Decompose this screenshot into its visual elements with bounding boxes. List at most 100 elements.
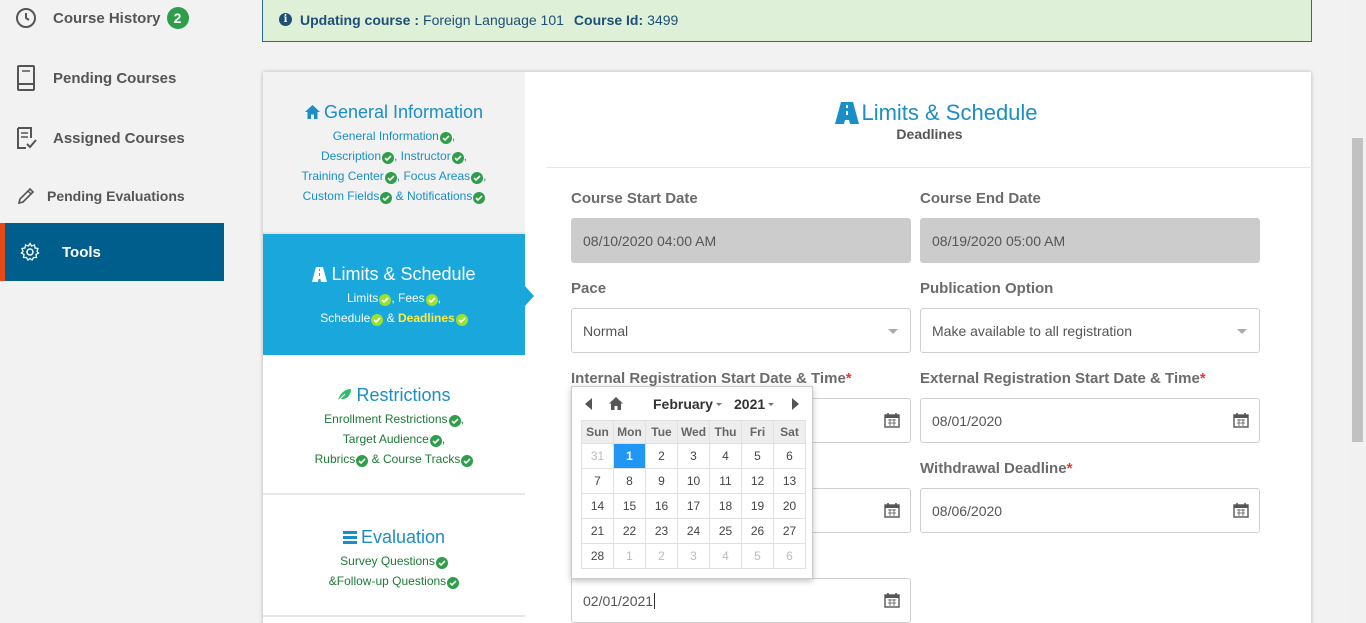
step-evaluation[interactable]: Evaluation Survey Questions &Follow-up Q… [263, 495, 525, 617]
field-value: 08/19/2020 05:00 AM [932, 232, 1066, 249]
sidebar-item-label: Pending Courses [53, 69, 177, 87]
step-item-general-information: General Information [332, 129, 439, 143]
course-id-label: Course Id: [573, 11, 644, 28]
calendar-day[interactable]: 26 [741, 518, 774, 544]
sidebar-item-assigned-courses[interactable]: Assigned Courses [0, 109, 224, 167]
check-icon [451, 152, 464, 164]
calendar-day[interactable]: 1 [613, 543, 646, 569]
calendar-day[interactable]: 23 [645, 518, 678, 544]
calendar-day[interactable]: 10 [677, 468, 710, 494]
step-restrictions[interactable]: Restrictions Enrollment Restrictions, Ta… [263, 355, 525, 495]
calendar-day[interactable]: 28 [581, 543, 614, 569]
calendar-day[interactable]: 6 [773, 543, 806, 569]
calendar-day[interactable]: 5 [741, 543, 774, 569]
check-icon [356, 455, 369, 467]
checklist-icon [14, 125, 38, 151]
calendar-day[interactable]: 19 [741, 493, 774, 519]
sidebar-item-pending-courses[interactable]: Pending Courses [0, 49, 224, 107]
sidebar-item-pending-evaluations[interactable]: Pending Evaluations [0, 167, 224, 225]
calendar-day[interactable]: 22 [613, 518, 646, 544]
home-icon[interactable] [609, 397, 623, 413]
external-reg-date-field[interactable]: 08/01/2020 [920, 398, 1260, 443]
calendar-icon[interactable] [1233, 502, 1249, 521]
calendar-day[interactable]: 14 [581, 493, 614, 519]
check-icon [455, 314, 468, 326]
calendar-day[interactable]: 3 [677, 443, 710, 469]
course-start-label: Course Start Date [571, 190, 698, 207]
calendar-day[interactable]: 21 [581, 518, 614, 544]
label-text: Internal Registration Start Date & Time [571, 370, 846, 387]
step-item-instructor: Instructor [400, 149, 451, 163]
pace-select[interactable]: Normal [571, 308, 911, 353]
calendar-day[interactable]: 27 [773, 518, 806, 544]
publication-select[interactable]: Make available to all registration [920, 308, 1260, 353]
steps-nav: General Information General Information,… [263, 72, 525, 623]
publication-label: Publication Option [920, 280, 1054, 297]
calendar-day[interactable]: 7 [581, 468, 614, 494]
calendar-day[interactable]: 9 [645, 468, 678, 494]
calendar-icon[interactable] [884, 502, 900, 521]
calendar-icon[interactable] [884, 592, 900, 611]
deadline-date-field[interactable]: 02/01/2021 [571, 578, 911, 623]
chevron-down-icon [1237, 329, 1247, 334]
sidebar-item-course-history[interactable]: Course History 2 [0, 0, 224, 47]
calendar-day[interactable]: 17 [677, 493, 710, 519]
sidebar-item-label: Course History [53, 9, 161, 27]
calendar-day[interactable]: 16 [645, 493, 678, 519]
calendar-day[interactable]: 8 [613, 468, 646, 494]
calendar-day[interactable]: 11 [709, 468, 742, 494]
external-reg-label: External Registration Start Date & Time* [920, 370, 1206, 387]
calendar-icon[interactable] [884, 412, 900, 431]
weekday-header: Sat [773, 420, 806, 444]
calendar-day[interactable]: 3 [677, 543, 710, 569]
step-item-course-tracks: & Course Tracks [371, 452, 461, 466]
scrollbar-thumb[interactable] [1352, 138, 1363, 442]
calendar-day[interactable]: 4 [709, 443, 742, 469]
step-limits-schedule[interactable]: Limits & Schedule Limits, Fees, Schedule… [263, 234, 525, 355]
step-item-custom-fields: Custom Fields [302, 189, 380, 203]
calendar-day[interactable]: 24 [677, 518, 710, 544]
prev-month-icon[interactable] [585, 398, 592, 410]
calendar-week: 21 22 23 24 25 26 27 [581, 518, 806, 544]
withdrawal-date-field[interactable]: 08/06/2020 [920, 488, 1260, 533]
field-value: 08/01/2020 [932, 412, 1003, 429]
calendar-day[interactable]: 5 [741, 443, 774, 469]
calendar-day[interactable]: 25 [709, 518, 742, 544]
check-icon [380, 192, 393, 204]
scrollbar[interactable] [1349, 0, 1366, 623]
calendar-day[interactable]: 20 [773, 493, 806, 519]
caret-down-icon [715, 403, 722, 406]
check-icon [382, 152, 394, 164]
weekday-header: Mon [613, 420, 646, 444]
pace-label: Pace [571, 280, 607, 297]
calendar-day[interactable]: 2 [645, 443, 678, 469]
calendar-day[interactable]: 6 [773, 443, 806, 469]
check-icon [384, 172, 397, 184]
check-icon [473, 192, 486, 204]
withdrawal-label: Withdrawal Deadline* [920, 460, 1072, 477]
step-general-information[interactable]: General Information General Information,… [263, 72, 525, 234]
check-icon [435, 557, 448, 569]
sidebar-item-tools[interactable]: Tools [0, 223, 224, 281]
calendar-day[interactable]: 4 [709, 543, 742, 569]
calendar-day[interactable]: 1 [613, 443, 646, 469]
calendar-day[interactable]: 2 [645, 543, 678, 569]
step-item-rubrics: Rubrics [314, 452, 356, 466]
calendar-day[interactable]: 15 [613, 493, 646, 519]
month-select[interactable]: February [653, 396, 722, 412]
step-title: Restrictions [356, 385, 451, 405]
required-mark: * [1199, 370, 1206, 387]
course-end-label: Course End Date [920, 190, 1041, 207]
ampersand: & [386, 311, 395, 325]
weekday-header: Fri [741, 420, 774, 444]
step-title: General Information [323, 102, 484, 122]
year-select[interactable]: 2021 [734, 396, 775, 412]
calendar-icon[interactable] [1233, 412, 1249, 431]
road-icon [835, 102, 860, 124]
calendar-day[interactable]: 12 [741, 468, 774, 494]
next-month-icon[interactable] [792, 398, 799, 410]
calendar-day[interactable]: 18 [709, 493, 742, 519]
calendar-day[interactable]: 31 [581, 443, 614, 469]
calendar-day[interactable]: 13 [773, 468, 806, 494]
count-badge: 2 [166, 7, 189, 29]
